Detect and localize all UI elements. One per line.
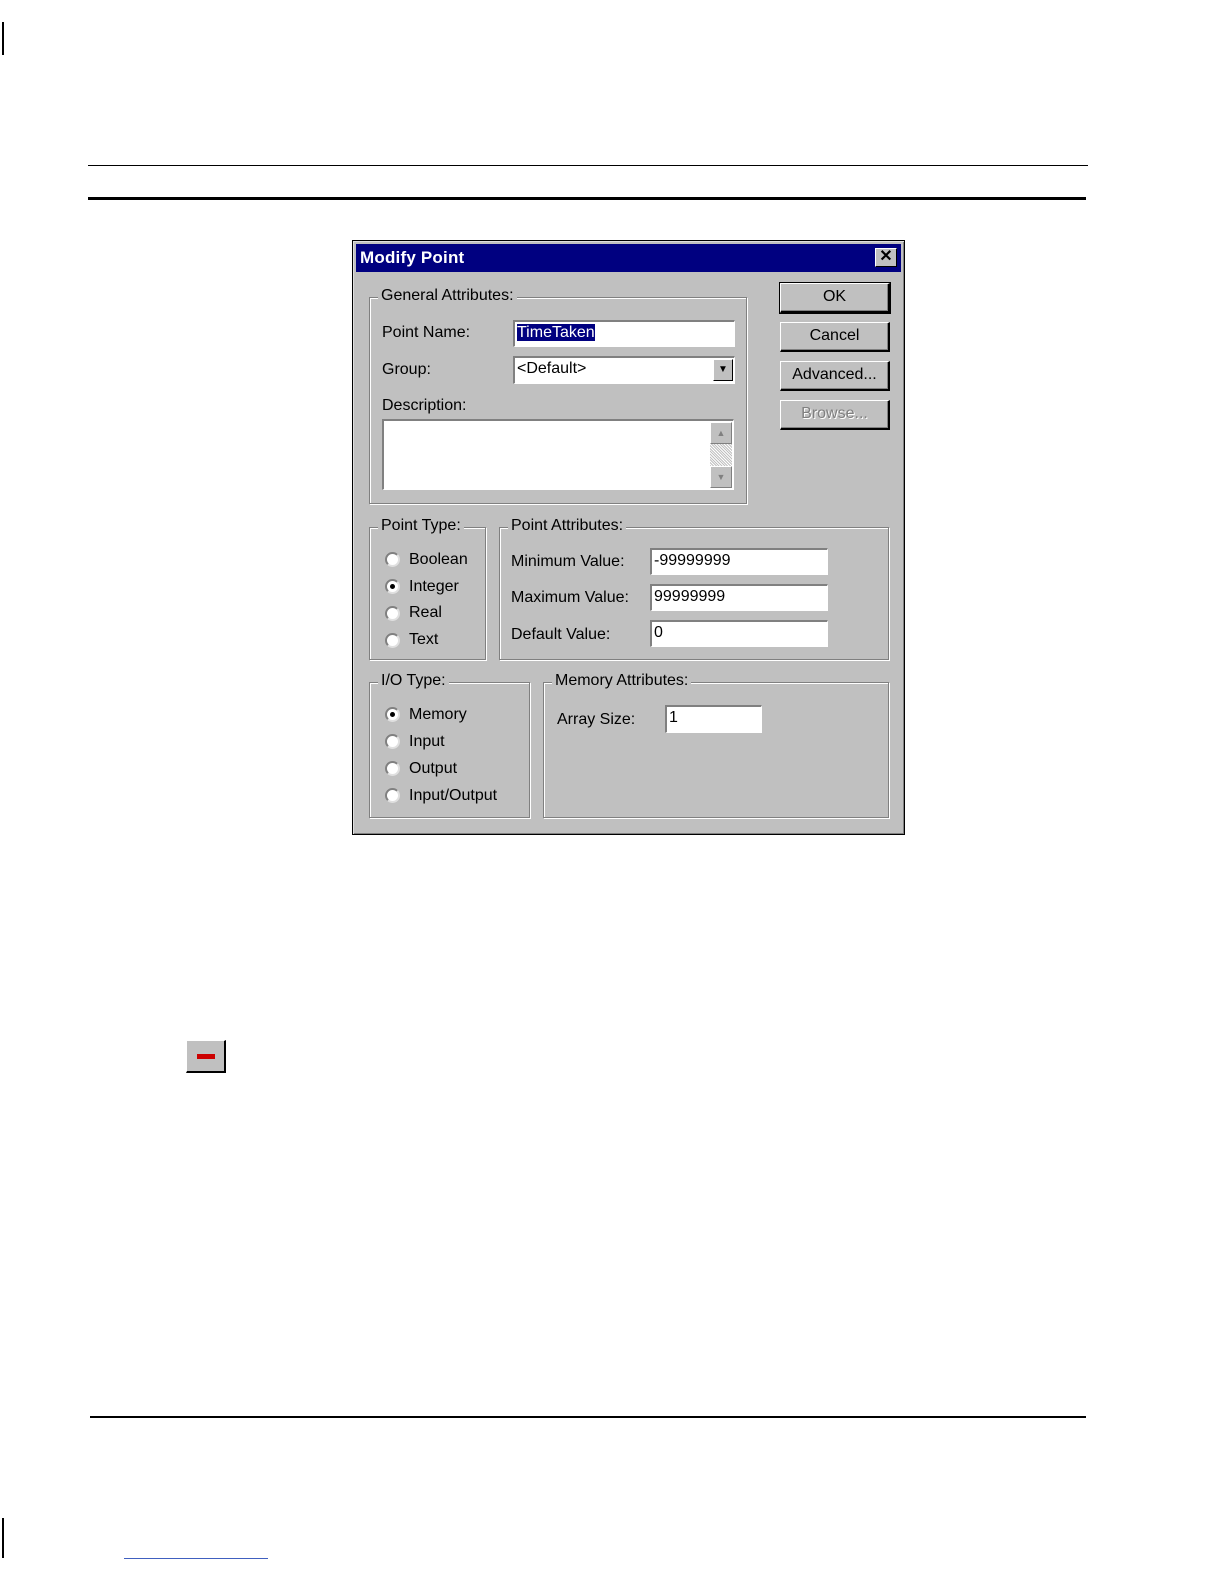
minus-icon-bar	[197, 1054, 215, 1059]
minimum-value-input[interactable]: -99999999	[650, 548, 828, 575]
scroll-up-icon[interactable]: ▲	[710, 422, 732, 444]
header-rule-thick	[88, 197, 1086, 200]
radio-real[interactable]	[385, 606, 400, 621]
radio-memory-label: Memory	[409, 706, 467, 723]
maximum-value: 99999999	[654, 588, 726, 605]
group-label: Group:	[382, 361, 431, 378]
radio-real-label: Real	[409, 604, 442, 621]
minimum-value: -99999999	[654, 552, 731, 569]
point-attributes-label: Point Attributes:	[508, 517, 627, 535]
radio-boolean-label: Boolean	[409, 551, 468, 568]
default-value-input[interactable]: 0	[650, 620, 828, 647]
point-name-label: Point Name:	[382, 324, 471, 341]
footer-rule	[90, 1416, 1086, 1418]
group-select[interactable]: <Default> ▼	[513, 356, 735, 384]
description-label: Description:	[382, 397, 467, 414]
left-margin-bar-top	[2, 22, 4, 55]
ok-button[interactable]: OK	[779, 282, 891, 314]
modify-point-dialog: Modify Point ✕ General Attributes: Point…	[352, 240, 905, 835]
radio-input-label: Input	[409, 733, 445, 750]
memory-attributes-group: Memory Attributes:	[543, 672, 889, 818]
advanced-button[interactable]: Advanced...	[780, 361, 890, 391]
radio-output-label: Output	[409, 760, 458, 777]
memory-attributes-label: Memory Attributes:	[552, 672, 692, 690]
left-margin-bar-bottom	[2, 1518, 4, 1558]
minimum-value-label: Minimum Value:	[511, 553, 625, 570]
scrollbar-track[interactable]	[710, 444, 732, 466]
radio-input-output[interactable]	[385, 788, 400, 803]
radio-integer[interactable]	[385, 579, 400, 594]
radio-output[interactable]	[385, 761, 400, 776]
description-textarea[interactable]: ▲ ▼	[382, 419, 734, 490]
point-type-label: Point Type:	[378, 517, 464, 535]
close-button[interactable]: ✕	[875, 248, 897, 267]
point-name-input[interactable]: TimeTaken	[513, 320, 735, 347]
default-value: 0	[654, 624, 663, 641]
close-icon: ✕	[879, 248, 893, 265]
general-attributes-label: General Attributes:	[378, 287, 517, 305]
browse-button[interactable]: Browse...	[780, 400, 890, 430]
array-size-label: Array Size:	[557, 711, 636, 728]
radio-text[interactable]	[385, 633, 400, 648]
point-name-value: TimeTaken	[517, 324, 595, 341]
cancel-button[interactable]: Cancel	[780, 322, 890, 352]
group-value: <Default>	[517, 360, 587, 377]
maximum-value-input[interactable]: 99999999	[650, 584, 828, 611]
dialog-title-bar[interactable]: Modify Point ✕	[356, 244, 901, 272]
radio-memory[interactable]	[385, 707, 400, 722]
array-size-input[interactable]: 1	[665, 705, 762, 733]
radio-text-label: Text	[409, 631, 439, 648]
radio-boolean[interactable]	[385, 552, 400, 567]
header-rule-thin	[88, 165, 1088, 166]
array-size-value: 1	[669, 709, 678, 726]
minus-icon[interactable]	[186, 1040, 226, 1073]
combo-arrow-icon[interactable]: ▼	[713, 359, 733, 381]
radio-input[interactable]	[385, 734, 400, 749]
footer-link-underline	[124, 1558, 268, 1559]
scroll-down-icon[interactable]: ▼	[710, 466, 732, 488]
description-scrollbar[interactable]: ▲ ▼	[710, 422, 732, 488]
io-type-label: I/O Type:	[378, 672, 449, 690]
radio-integer-label: Integer	[409, 578, 459, 595]
maximum-value-label: Maximum Value:	[511, 589, 629, 606]
default-value-label: Default Value:	[511, 626, 611, 643]
dialog-title: Modify Point	[360, 248, 465, 267]
radio-input-output-label: Input/Output	[409, 787, 498, 804]
